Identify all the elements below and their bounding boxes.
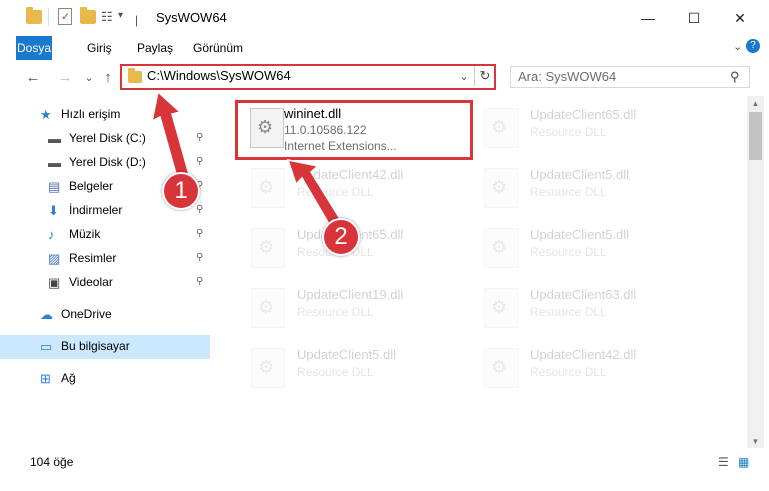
arrow-1 <box>150 90 191 182</box>
step-1-badge: 1 <box>162 172 200 210</box>
step-2-badge: 2 <box>322 218 360 256</box>
annotation-arrows <box>150 90 344 231</box>
